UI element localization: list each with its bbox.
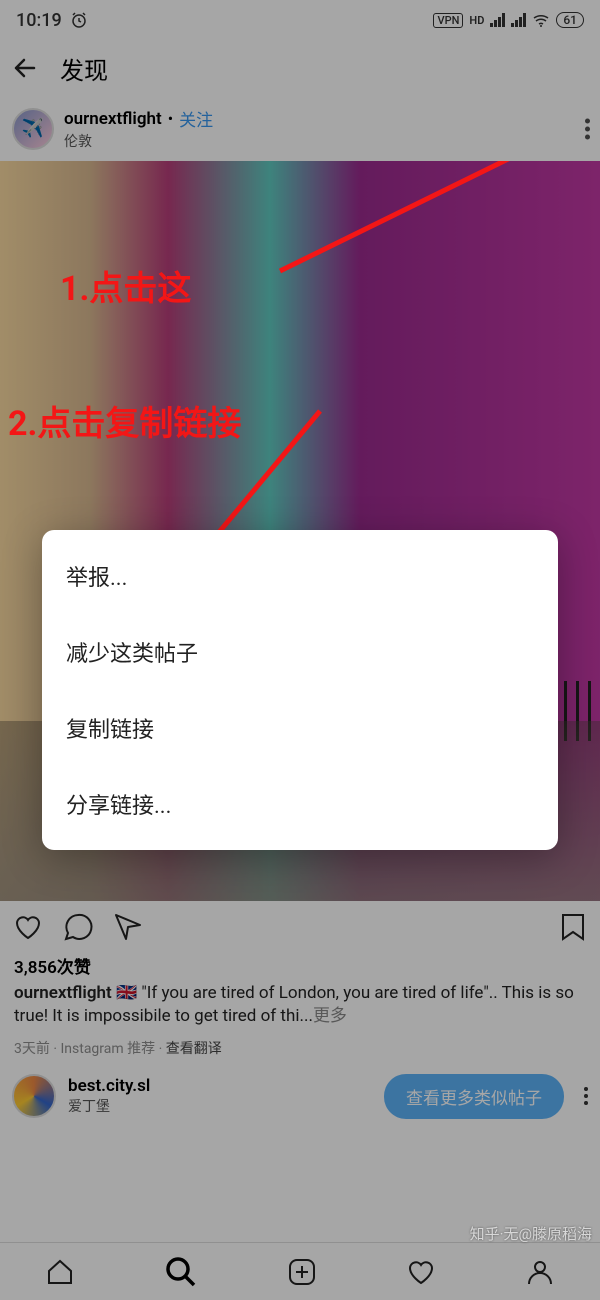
post-header: ✈️ ournextflight • 关注 伦敦 [0,96,600,161]
caption-username[interactable]: ournextflight [14,983,112,1003]
tab-profile-icon[interactable] [525,1257,555,1287]
annotation-step-2: 2.点击复制链接 [8,396,241,445]
context-menu: 举报... 减少这类帖子 复制链接 分享链接... [42,530,558,850]
status-time: 10:19 [16,10,62,31]
rec-avatar[interactable] [12,1074,56,1118]
rec-username[interactable]: best.city.sl [68,1076,372,1096]
wifi-icon [532,11,550,29]
post-actions [0,901,600,953]
tab-activity-icon[interactable] [406,1257,436,1287]
menu-reduce[interactable]: 减少这类帖子 [42,614,558,690]
more-link[interactable]: 更多 [313,1006,347,1026]
see-more-posts-button[interactable]: 查看更多类似帖子 [384,1074,564,1119]
annotation-step-1: 1.点击这 [60,261,191,310]
post-caption: ournextflight 🇬🇧 "If you are tired of Lo… [0,978,600,1032]
rec-location[interactable]: 爱丁堡 [68,1096,372,1116]
share-icon[interactable] [112,911,144,943]
tab-bar [0,1242,600,1300]
avatar[interactable]: ✈️ [12,108,54,150]
bookmark-icon[interactable] [558,911,588,943]
page-title: 发现 [60,51,108,86]
status-bar: 10:19 VPN HD 61 [0,0,600,40]
tab-search-icon[interactable] [164,1255,198,1289]
back-icon[interactable] [12,54,40,82]
rec-more-button[interactable] [584,1087,588,1105]
post-meta: 3天前 · Instagram 推荐 · 查看翻译 [0,1032,600,1064]
signal-icon [490,13,505,27]
likes-count[interactable]: 3,856次赞 [0,953,600,978]
app-header: 发现 [0,40,600,96]
menu-report[interactable]: 举报... [42,538,558,614]
alarm-icon [70,11,88,29]
more-options-button[interactable] [585,118,590,139]
post-username[interactable]: ournextflight [64,109,162,129]
menu-copy-link[interactable]: 复制链接 [42,690,558,766]
like-icon[interactable] [12,911,44,943]
battery-indicator: 61 [556,12,584,28]
comment-icon[interactable] [62,911,94,943]
post-location[interactable]: 伦敦 [64,131,588,151]
recommendation-row: best.city.sl 爱丁堡 查看更多类似帖子 [0,1064,600,1129]
menu-share-link[interactable]: 分享链接... [42,766,558,842]
tab-home-icon[interactable] [45,1257,75,1287]
hd-indicator: HD [469,14,484,27]
follow-link[interactable]: 关注 [179,106,213,131]
signal-icon-2 [511,13,526,27]
translate-link[interactable]: 查看翻译 [166,1041,222,1057]
tab-add-icon[interactable] [287,1257,317,1287]
watermark: 知乎·无@滕原稻海 [470,1223,592,1244]
vpn-indicator: VPN [433,13,463,28]
